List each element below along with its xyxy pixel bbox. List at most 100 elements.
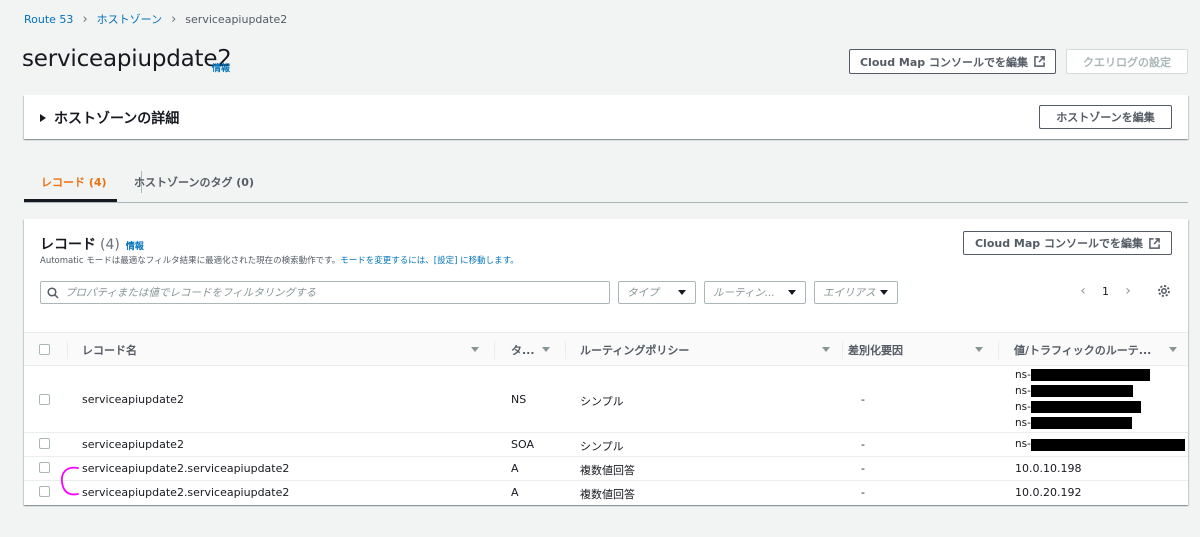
breadcrumb-route53[interactable]: Route 53: [24, 13, 73, 26]
record-name: serviceapiupdate2.serviceapiupdate2: [82, 462, 290, 475]
current-page[interactable]: 1: [1102, 285, 1109, 298]
record-value: ns-: [1015, 438, 1031, 450]
table-header: レコード名 タ... ルーティングポリシー 差別化要因 値/トラフィックのルーテ…: [24, 332, 1188, 366]
column-header-record-name[interactable]: レコード名: [82, 333, 137, 367]
sort-caret-icon[interactable]: [975, 347, 983, 352]
table-row[interactable]: serviceapiupdate2 NS シンプル - ns- ns- ns- …: [24, 366, 1188, 433]
record-value: ns-: [1015, 417, 1031, 429]
breadcrumb-hosted-zones[interactable]: ホストゾーン: [97, 11, 162, 27]
column-header-type[interactable]: タ...: [511, 333, 535, 367]
alias-select[interactable]: エイリアス: [814, 281, 898, 304]
tab-bar: レコード (4) ホストゾーンのタグ (0): [24, 163, 1188, 203]
record-value: 10.0.20.192: [1015, 486, 1082, 499]
external-link-icon: [1034, 56, 1045, 67]
column-separator: [565, 341, 566, 359]
alias-select-label: エイリアス: [823, 287, 876, 299]
gear-icon[interactable]: [1154, 281, 1174, 301]
caret-down-icon: [788, 290, 796, 295]
type-select[interactable]: タイプ: [618, 281, 696, 304]
records-panel: レコード (4) 情報 Automatic モードは最適なフィルタ結果に最適化さ…: [24, 219, 1188, 505]
next-page-icon[interactable]: ›: [1118, 281, 1138, 301]
table-row[interactable]: serviceapiupdate2.serviceapiupdate2 A 複数…: [24, 481, 1188, 505]
record-value: 10.0.10.198: [1015, 462, 1082, 475]
routing-policy: シンプル: [580, 440, 624, 453]
records-filter: [40, 281, 610, 304]
active-tab-indicator: [24, 199, 117, 202]
row-checkbox[interactable]: [39, 462, 50, 473]
caret-down-icon: [880, 290, 888, 295]
row-checkbox[interactable]: [39, 486, 50, 497]
caret-down-icon: [678, 290, 686, 295]
column-header-routing-policy[interactable]: ルーティングポリシー: [580, 333, 689, 367]
table-row[interactable]: serviceapiupdate2.serviceapiupdate2 A 複数…: [24, 457, 1188, 481]
record-type: SOA: [511, 438, 534, 451]
redaction-bar: [1031, 439, 1185, 451]
differentiator: -: [861, 438, 865, 451]
record-type: A: [511, 486, 519, 499]
column-separator: [67, 341, 68, 359]
select-all-checkbox[interactable]: [39, 344, 50, 355]
record-value: ns-: [1015, 385, 1031, 397]
column-separator: [494, 341, 495, 359]
records-count: (4): [100, 237, 120, 253]
hosted-zone-details-title: ホストゾーンの詳細: [54, 111, 180, 127]
record-type: A: [511, 462, 519, 475]
sort-caret-icon[interactable]: [542, 347, 550, 352]
records-info-link[interactable]: 情報: [126, 239, 144, 252]
settings-link[interactable]: モードを変更するには、[設定] に移動します。: [340, 256, 519, 266]
cloud-map-edit-button[interactable]: Cloud Map コンソールでを編集: [849, 49, 1056, 74]
column-header-differentiator[interactable]: 差別化要因: [848, 333, 903, 367]
records-description-text: Automatic モードは最適なフィルタ結果に最適化された現在の検索動作です。: [40, 256, 341, 266]
page-title: serviceapiupdate2: [22, 46, 232, 72]
record-value: ns-: [1015, 369, 1031, 381]
routing-select[interactable]: ルーティン...: [704, 281, 806, 304]
records-cloud-map-edit-label: Cloud Map コンソールでを編集: [974, 237, 1143, 250]
record-name: serviceapiupdate2.serviceapiupdate2: [82, 486, 290, 499]
title-info-link[interactable]: 情報: [212, 61, 230, 74]
records-cloud-map-edit-button[interactable]: Cloud Map コンソールでを編集: [963, 231, 1172, 255]
sort-caret-icon[interactable]: [822, 347, 830, 352]
redaction-bar: [1031, 369, 1150, 381]
records-description: Automatic モードは最適なフィルタ結果に最適化された現在の検索動作です。…: [40, 254, 519, 266]
table-row[interactable]: serviceapiupdate2 SOA シンプル - ns-: [24, 433, 1188, 457]
column-separator: [998, 341, 999, 359]
query-log-settings-label: クエリログの設定: [1083, 55, 1171, 69]
breadcrumb-current: serviceapiupdate2: [185, 12, 288, 26]
redaction-bar: [1031, 385, 1133, 397]
record-name: serviceapiupdate2: [82, 393, 184, 406]
record-name: serviceapiupdate2: [82, 438, 184, 451]
record-value: ns-: [1015, 401, 1031, 413]
caret-right-icon: [40, 114, 46, 122]
type-select-label: タイプ: [627, 287, 659, 299]
annotation-bracket: [61, 466, 79, 496]
tab-tags[interactable]: ホストゾーンのタグ (0): [134, 163, 254, 201]
external-link-icon: [1149, 237, 1160, 249]
row-checkbox[interactable]: [39, 438, 50, 449]
hosted-zone-details-toggle[interactable]: ホストゾーンの詳細: [40, 108, 179, 128]
differentiator: -: [861, 462, 865, 475]
tab-records[interactable]: レコード (4): [41, 163, 107, 201]
row-checkbox[interactable]: [39, 394, 50, 405]
records-title: レコード: [40, 237, 96, 253]
edit-hosted-zone-label: ホストゾーンを編集: [1056, 111, 1155, 124]
routing-policy: 複数値回答: [580, 464, 635, 477]
routing-policy: 複数値回答: [580, 488, 635, 501]
records-header: レコード (4) 情報: [40, 234, 144, 254]
sort-caret-icon[interactable]: [1169, 347, 1177, 352]
breadcrumb: Route 53 › ホストゾーン › serviceapiupdate2: [24, 11, 287, 27]
record-type: NS: [511, 393, 527, 406]
edit-hosted-zone-button[interactable]: ホストゾーンを編集: [1039, 105, 1172, 129]
column-header-value[interactable]: 値/トラフィックのルーテ...: [1014, 333, 1151, 367]
differentiator: -: [861, 486, 865, 499]
query-log-settings-button[interactable]: クエリログの設定: [1066, 49, 1188, 74]
routing-select-label: ルーティン...: [713, 287, 775, 299]
hosted-zone-details-panel: ホストゾーンの詳細 ホストゾーンを編集: [24, 95, 1188, 139]
differentiator: -: [861, 393, 865, 406]
previous-page-icon[interactable]: ‹: [1073, 281, 1093, 301]
routing-policy: シンプル: [580, 395, 624, 408]
column-separator: [842, 341, 843, 359]
records-filter-input[interactable]: [65, 286, 585, 299]
sort-caret-icon[interactable]: [471, 347, 479, 352]
search-icon: [47, 286, 59, 299]
cloud-map-edit-label: Cloud Map コンソールでを編集: [859, 55, 1028, 69]
